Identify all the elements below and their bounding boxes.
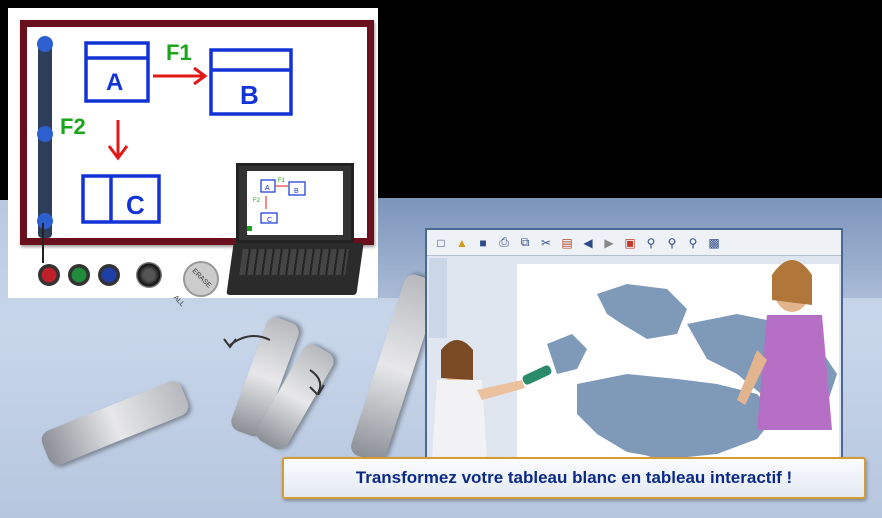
rotate-arrows <box>223 335 325 395</box>
blue-pen-icon <box>98 264 120 286</box>
box-c-label: C <box>126 190 145 220</box>
tagline-banner: Transformez votre tableau blanc en table… <box>282 457 866 499</box>
mini-box-c: C <box>267 217 272 224</box>
mini-box-b: B <box>294 188 299 195</box>
arrow-f2-label: F2 <box>60 114 86 139</box>
mini-box-a: A <box>265 185 270 192</box>
red-pen-icon <box>38 264 60 286</box>
eraser-puck-icon <box>136 262 162 288</box>
mini-f2: F2 <box>253 198 261 204</box>
mini-f1: F1 <box>278 178 286 184</box>
teacher <box>737 260 832 430</box>
box-b-label: B <box>240 80 259 110</box>
green-pen-icon <box>68 264 90 286</box>
box-c-outline <box>81 174 161 224</box>
whiteboard-software-window: □ ▲ ■ ⎙ ⧉ ✂ ▤ ◀ ▶ ▣ ⚲ ⚲ ⚲ ▩ <box>425 228 843 464</box>
laptop-screen: A B C F1 F2 <box>236 163 354 243</box>
tagline-text: Transformez votre tableau blanc en table… <box>355 468 793 487</box>
pen-set <box>38 258 198 292</box>
laptop-keyboard <box>226 243 364 295</box>
arrow-f1-label: F1 <box>166 40 192 65</box>
laptop-mini-drawing: A B C F1 F2 <box>247 178 306 231</box>
girl <box>432 340 552 460</box>
laptop: A B C F1 F2 <box>226 163 364 303</box>
whiteboard-panel: A B C F1 F2 A B C F1 F2 ERASE ALL <box>8 8 378 308</box>
people-illustration <box>432 260 832 460</box>
box-a-label: A <box>106 69 123 96</box>
